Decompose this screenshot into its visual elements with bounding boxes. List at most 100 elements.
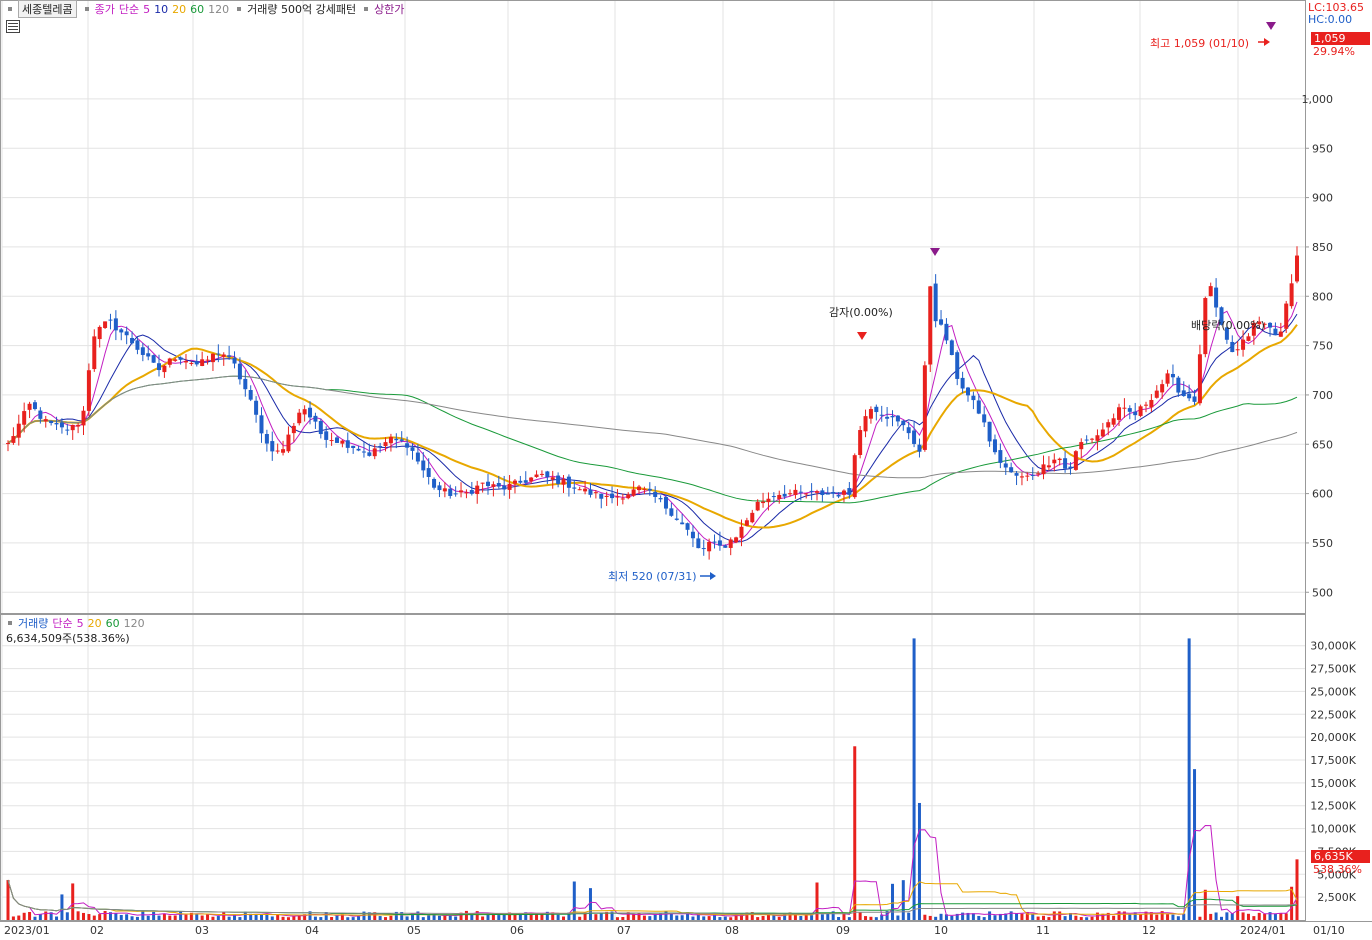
volume-bar <box>254 914 258 920</box>
candle-body <box>734 537 739 543</box>
volume-bar <box>1074 915 1078 920</box>
candle-body <box>1122 407 1127 409</box>
candle-body <box>771 496 776 498</box>
volume-bar <box>993 915 997 920</box>
candle-body <box>620 498 625 500</box>
candle-body <box>167 358 172 365</box>
candle-body <box>1160 384 1165 393</box>
volume-bar <box>125 914 129 920</box>
candle-body <box>529 477 534 482</box>
volume-bar <box>103 910 107 920</box>
volume-bar <box>152 911 156 920</box>
candle-body <box>793 489 798 495</box>
candle-body <box>1090 438 1095 440</box>
candle-body <box>987 421 992 442</box>
candle-body <box>1052 459 1057 464</box>
volume-bar <box>1236 896 1240 920</box>
volume-bar <box>135 916 139 920</box>
candle-body <box>1187 393 1192 399</box>
candle-body <box>1127 408 1132 412</box>
volume-bar <box>1085 917 1089 920</box>
x-tick-label: 2023/01 <box>4 924 50 937</box>
volume-bar <box>826 913 830 920</box>
volume-label[interactable]: 거래량 <box>18 615 48 631</box>
candle-body <box>49 420 54 424</box>
volume-bar <box>173 915 177 920</box>
candle-body <box>1100 429 1105 437</box>
stock-chart[interactable]: 5005506006507007508008509009501,0002,500… <box>0 0 1372 940</box>
volume-bar <box>11 916 15 920</box>
candle-body <box>539 473 544 475</box>
ma20-label: 20 <box>172 2 187 16</box>
candle-body <box>1170 373 1175 378</box>
volume-bar <box>200 915 204 920</box>
volume-bar <box>1042 915 1046 920</box>
volume-bar <box>184 914 188 920</box>
candle-body <box>960 377 965 389</box>
candle-body <box>901 420 906 426</box>
x-tick-label: 2024/01 <box>1240 924 1286 937</box>
price-tick-label: 600 <box>1312 488 1333 501</box>
candle-body <box>1014 473 1019 476</box>
volume-bar <box>675 915 679 920</box>
volume-legend: 거래량 단순 5 20 60 120 <box>4 615 145 631</box>
volume-bars <box>6 638 1299 920</box>
volume-bar <box>562 916 566 920</box>
menu-icon[interactable] <box>6 20 20 33</box>
candle-body <box>1009 467 1014 473</box>
volume-bar <box>281 916 285 920</box>
candle-body <box>297 412 302 424</box>
vol-ma5-label: 5 <box>76 616 84 630</box>
price-tick-label: 550 <box>1312 537 1333 550</box>
candle-body <box>281 449 286 453</box>
x-tick-label: 03 <box>195 924 209 937</box>
candle-body <box>453 493 458 495</box>
candle-body <box>939 319 944 325</box>
candle-body <box>572 487 577 489</box>
candle-body <box>955 352 960 379</box>
candle-body <box>313 415 318 422</box>
candle-body <box>475 485 480 495</box>
volume-bar <box>901 880 905 920</box>
candle-body <box>130 338 135 344</box>
candle-body <box>744 520 749 526</box>
candle-body <box>976 400 981 414</box>
upper-limit-marker <box>1266 22 1276 30</box>
candle-body <box>27 403 32 410</box>
volume-pct: 538.36% <box>1313 863 1362 876</box>
candle-body <box>140 347 145 355</box>
volume-ma5-line <box>7 824 1298 917</box>
candle-body <box>949 340 954 355</box>
volume-bar <box>1193 769 1197 920</box>
candle-body <box>318 421 323 435</box>
upper-limit-label[interactable]: 상한가 <box>374 1 404 17</box>
candle-body <box>723 545 728 548</box>
volume-bar <box>481 916 485 920</box>
price-indicator-label[interactable]: 종가 <box>95 1 115 17</box>
volume-bar <box>432 915 436 920</box>
volume-bar <box>1052 911 1056 920</box>
candle-body <box>561 479 566 485</box>
pattern-indicator-label[interactable]: 거래량 500억 강세패턴 <box>247 1 356 17</box>
candle-body <box>76 424 81 427</box>
volume-bar <box>934 916 938 920</box>
volume-last-tag: 6,635K <box>1311 850 1370 863</box>
candle-body <box>227 355 232 357</box>
candle-body <box>534 474 539 477</box>
volume-bar <box>319 917 323 920</box>
candle-body <box>356 448 361 451</box>
volume-bar <box>723 916 727 920</box>
volume-bar <box>222 912 226 920</box>
volume-bar <box>874 917 878 920</box>
candle-body <box>432 478 437 488</box>
candle-body <box>1214 287 1219 308</box>
volume-bar <box>384 917 388 920</box>
candle-body <box>399 439 404 441</box>
stock-name[interactable]: 세종텔레콤 <box>18 0 77 18</box>
candle-body <box>243 378 248 390</box>
volume-bar <box>211 916 215 920</box>
candle-body <box>588 489 593 495</box>
candle-body <box>1025 475 1030 477</box>
candle-body <box>108 319 113 321</box>
candle-body <box>54 423 59 425</box>
